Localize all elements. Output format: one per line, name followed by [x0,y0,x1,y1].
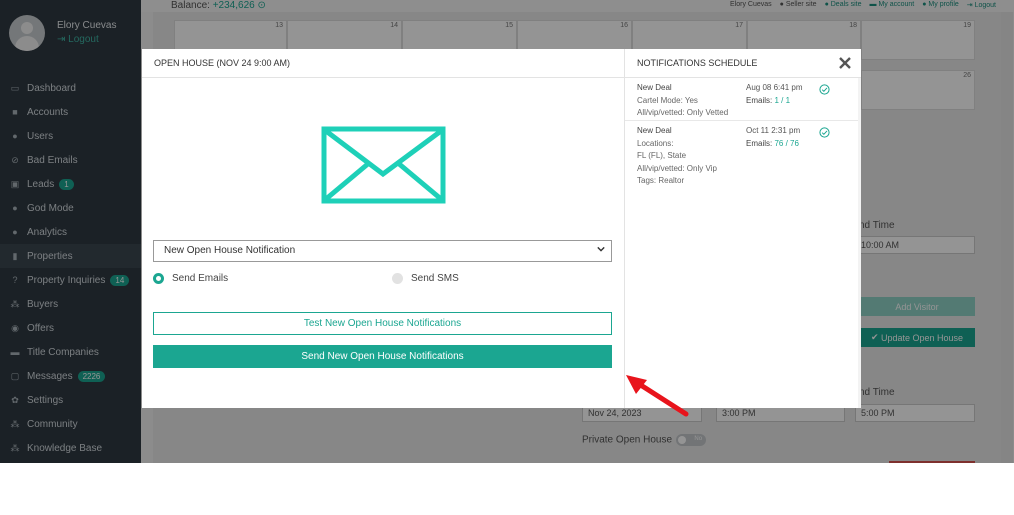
schedule-title: NOTIFICATIONS SCHEDULE [625,49,861,78]
app-window: Elory Cuevas ⇥ Logout ▭ Dashboard ■ Account… [0,0,1014,463]
send-emails-label: Send Emails [172,273,229,284]
check-circle-icon [819,84,830,95]
notification-type-value: New Open House Notification [164,245,296,256]
entry-line: All/vip/vetted: Only Vip [637,163,717,173]
send-sms-radio[interactable] [392,273,403,284]
chevron-down-icon [597,246,605,252]
check-circle-icon [819,127,830,138]
modal-left-panel: OPEN HOUSE (NOV 24 9:00 AM) New Open Hou… [142,49,625,408]
red-arrow-annotation [626,375,689,417]
open-house-modal: OPEN HOUSE (NOV 24 9:00 AM) New Open Hou… [142,49,861,408]
entry-line: Tags: Realtor [637,176,685,185]
entry-line: Locations: [637,138,674,148]
schedule-entry[interactable]: New Deal Locations: FL (FL), State All/v… [625,121,858,193]
entry-line: New Deal [637,126,672,135]
entry-details: New Deal Cartel Mode: Yes All/vip/vetted… [637,82,728,120]
entry-datetime: Aug 08 6:41 pm [746,83,803,92]
entry-datetime: Oct 11 2:31 pm [746,126,801,135]
send-sms-label: Send SMS [411,273,459,284]
emails-count: 76 / 76 [774,138,799,148]
emails-count: 1 / 1 [774,95,791,105]
send-emails-radio[interactable] [153,273,164,284]
schedule-scrollbar[interactable] [858,78,861,408]
entry-line: Cartel Mode: Yes [637,95,698,105]
entry-meta: Aug 08 6:41 pm Emails: 1 / 1 [746,82,802,107]
schedule-entry[interactable]: New Deal Cartel Mode: Yes All/vip/vetted… [625,78,858,121]
send-sms-option[interactable]: Send SMS [392,273,459,284]
entry-meta: Oct 11 2:31 pm Emails: 76 / 76 [746,125,800,150]
entry-details: New Deal Locations: FL (FL), State All/v… [637,125,717,188]
close-icon[interactable] [837,55,853,71]
entry-line: FL (FL), State [637,151,687,160]
send-emails-option[interactable]: Send Emails [153,273,228,284]
notification-type-select[interactable]: New Open House Notification [153,240,612,262]
notifications-schedule-panel: NOTIFICATIONS SCHEDULE New Deal Cartel M… [625,49,861,408]
entry-line: All/vip/vetted: Only Vetted [637,108,729,117]
envelope-icon [321,126,446,204]
test-notifications-button[interactable]: Test New Open House Notifications [153,312,612,335]
send-notifications-button[interactable]: Send New Open House Notifications [153,345,612,368]
emails-label: Emails: [746,95,773,105]
modal-title: OPEN HOUSE (NOV 24 9:00 AM) [142,49,625,78]
entry-line: New Deal [637,83,672,92]
emails-label: Emails: [746,138,773,148]
